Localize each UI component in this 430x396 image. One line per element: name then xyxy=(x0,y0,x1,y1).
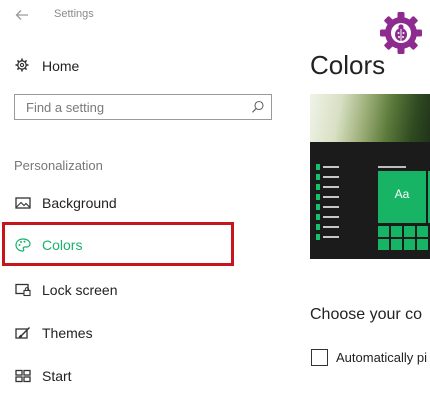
preview-sample-text: Aa xyxy=(394,187,410,201)
preview-line xyxy=(323,206,339,208)
preview-small-tile xyxy=(404,239,415,250)
preview-tile xyxy=(316,214,320,220)
search-icon xyxy=(252,100,264,113)
sidebar-item-label: Start xyxy=(42,368,72,384)
back-arrow-icon xyxy=(15,10,28,20)
preview-tile xyxy=(316,234,320,240)
search-placeholder: Find a setting xyxy=(26,100,105,115)
theme-preview: Aa xyxy=(310,94,430,259)
sidebar-item-start[interactable]: Start xyxy=(0,356,290,396)
auto-accent-label[interactable]: Automatically pi xyxy=(336,350,427,365)
sidebar-item-home-label: Home xyxy=(42,58,80,74)
preview-line xyxy=(323,176,339,178)
sidebar-item-label: Background xyxy=(42,195,117,211)
themes-icon xyxy=(15,327,30,339)
preview-small-tile xyxy=(378,226,389,237)
preview-start-list xyxy=(310,164,350,254)
preview-line xyxy=(323,166,339,168)
preview-line xyxy=(323,216,339,218)
preview-tile xyxy=(316,224,320,230)
start-icon xyxy=(15,369,31,383)
picture-icon xyxy=(15,197,31,209)
search-input[interactable]: Find a setting xyxy=(14,94,272,120)
preview-tile xyxy=(316,174,320,180)
lock-screen-icon xyxy=(15,283,31,297)
preview-small-tile xyxy=(417,239,428,250)
gear-icon xyxy=(15,58,29,72)
section-heading: Personalization xyxy=(14,158,103,173)
choose-color-heading: Choose your co xyxy=(310,306,423,323)
preview-small-tile xyxy=(404,226,415,237)
sidebar-item-label: Themes xyxy=(42,325,93,341)
preview-line xyxy=(323,236,339,238)
auto-accent-checkbox[interactable] xyxy=(311,349,328,366)
sidebar-item-lock-screen[interactable]: Lock screen xyxy=(0,270,290,310)
preview-header-bar xyxy=(378,166,406,168)
preview-small-tile xyxy=(378,239,389,250)
preview-line xyxy=(323,186,339,188)
page-title: Colors xyxy=(310,50,386,80)
preview-line xyxy=(323,226,339,228)
back-button[interactable] xyxy=(13,6,31,24)
preview-small-tile xyxy=(391,239,402,250)
preview-tile xyxy=(316,184,320,190)
preview-sample-tile: Aa xyxy=(378,171,426,223)
preview-small-tile xyxy=(417,226,428,237)
sidebar-item-home[interactable]: Home xyxy=(0,50,290,82)
preview-small-tile xyxy=(391,226,402,237)
window-title: Settings xyxy=(54,8,94,20)
preview-background-image xyxy=(310,94,430,142)
preview-tile xyxy=(316,164,320,170)
preview-line xyxy=(323,196,339,198)
preview-tile xyxy=(316,194,320,200)
preview-tile xyxy=(316,204,320,210)
sidebar-item-themes[interactable]: Themes xyxy=(0,313,290,353)
highlight-box xyxy=(2,222,234,266)
sidebar-item-label: Lock screen xyxy=(42,282,118,298)
sidebar-item-background[interactable]: Background xyxy=(0,183,290,223)
